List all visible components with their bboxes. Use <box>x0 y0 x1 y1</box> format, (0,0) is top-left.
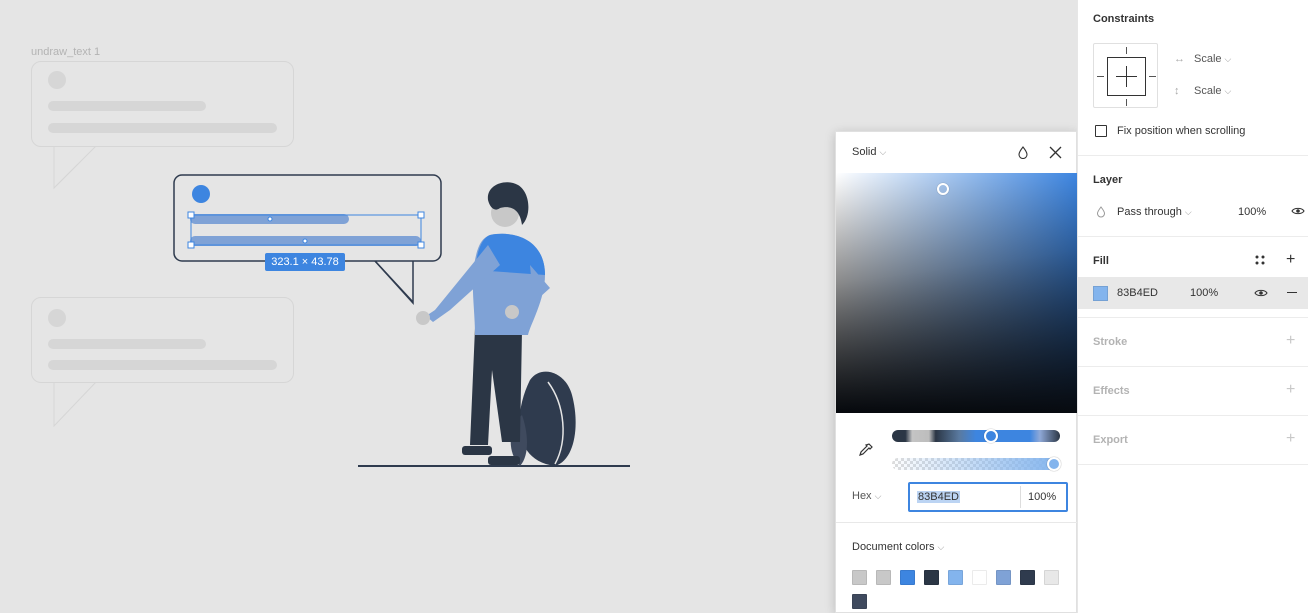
constraint-bottom[interactable] <box>1126 99 1127 106</box>
constraint-center[interactable] <box>1107 57 1146 96</box>
ghost-line <box>48 101 206 111</box>
section-divider <box>1078 155 1308 156</box>
constraints-title: Constraints <box>1093 13 1155 25</box>
blend-mode-icon[interactable] <box>1017 146 1029 162</box>
document-color-swatch[interactable] <box>852 570 867 585</box>
constraint-left[interactable] <box>1097 76 1104 77</box>
blend-drop-icon <box>1096 206 1106 221</box>
blend-mode-dropdown[interactable]: Pass through ⌵ <box>1117 206 1192 218</box>
color-format-label: Hex <box>852 490 872 502</box>
color-picker-popover[interactable]: Solid ⌵ Hex ⌵ 83B4ED 100% Document color… <box>835 131 1077 613</box>
constraint-right[interactable] <box>1149 76 1156 77</box>
horizontal-constraint-value: Scale <box>1194 53 1222 65</box>
fix-position-checkbox[interactable] <box>1095 125 1107 137</box>
document-colors-dropdown[interactable]: Document colors ⌵ <box>852 541 944 553</box>
effects-title: Effects <box>1093 385 1130 397</box>
section-divider <box>1078 464 1308 465</box>
layer-opacity-input[interactable]: 100% <box>1238 206 1266 218</box>
document-color-swatch[interactable] <box>924 570 939 585</box>
fill-hex-value[interactable]: 83B4ED <box>1117 287 1158 299</box>
section-divider <box>1078 236 1308 237</box>
fill-title: Fill <box>1093 255 1109 267</box>
document-color-swatch[interactable] <box>852 594 867 609</box>
chevron-down-icon: ⌵ <box>879 147 887 157</box>
add-effect-icon[interactable]: + <box>1286 382 1295 398</box>
vertical-constraint-value: Scale <box>1194 85 1222 97</box>
add-export-icon[interactable]: + <box>1286 431 1295 447</box>
ghost-tail-top <box>53 146 97 190</box>
picker-divider <box>836 522 1077 523</box>
design-canvas[interactable]: undraw_text 1 323.1 × 43.78 Solid ⌵ Hex … <box>0 0 1077 613</box>
fix-position-label[interactable]: Fix position when scrolling <box>1117 125 1245 137</box>
ghost-avatar-top <box>48 71 66 89</box>
document-color-swatch[interactable] <box>948 570 963 585</box>
section-divider <box>1078 366 1308 367</box>
document-color-swatch[interactable] <box>996 570 1011 585</box>
picker-header: Solid ⌵ <box>836 132 1076 173</box>
opacity-slider-thumb[interactable] <box>1047 457 1061 471</box>
section-divider <box>1078 317 1308 318</box>
horizontal-constraint-icon: ↔ <box>1174 53 1185 65</box>
color-format-dropdown[interactable]: Hex ⌵ <box>852 490 881 502</box>
add-stroke-icon[interactable]: + <box>1286 333 1295 349</box>
hex-input-divider <box>1020 486 1021 508</box>
chevron-down-icon: ⌵ <box>1224 54 1232 64</box>
document-colors-label: Document colors <box>852 541 935 553</box>
hex-input-group[interactable]: 83B4ED 100% <box>908 482 1068 512</box>
chevron-down-icon: ⌵ <box>1184 207 1192 217</box>
properties-panel: Constraints ↔ Scale ⌵ ↕ Scale ⌵ Fix position… <box>1077 0 1308 613</box>
fill-type-label: Solid <box>852 146 877 158</box>
document-color-swatch[interactable] <box>1020 570 1035 585</box>
document-color-swatch[interactable] <box>972 570 987 585</box>
stroke-title: Stroke <box>1093 336 1128 348</box>
dimension-label: 323.1 × 43.78 <box>265 253 345 271</box>
remove-fill-icon[interactable] <box>1287 292 1297 293</box>
fill-opacity-value[interactable]: 100% <box>1190 287 1218 299</box>
sv-cursor-handle[interactable] <box>937 183 949 195</box>
ghost-avatar-bottom <box>48 309 66 327</box>
section-divider <box>1078 415 1308 416</box>
horizontal-constraint-dropdown[interactable]: ↔ Scale ⌵ <box>1174 53 1231 65</box>
vertical-constraint-icon: ↕ <box>1174 85 1180 97</box>
illustration-person-with-message[interactable] <box>170 170 640 480</box>
layer-title: Layer <box>1093 174 1123 186</box>
hex-input[interactable]: 83B4ED <box>917 491 960 503</box>
eyedropper-icon[interactable] <box>858 442 874 461</box>
vertical-constraint-dropdown[interactable]: ↕ Scale ⌵ <box>1174 85 1231 97</box>
constraints-widget[interactable] <box>1093 43 1158 108</box>
frame-label[interactable]: undraw_text 1 <box>31 46 100 58</box>
alpha-input[interactable]: 100% <box>1028 491 1056 503</box>
document-color-swatch[interactable] <box>1044 570 1059 585</box>
blend-mode-value: Pass through <box>1117 206 1182 218</box>
saturation-value-area[interactable] <box>836 173 1077 413</box>
ghost-tail-bottom <box>53 382 97 428</box>
chevron-down-icon: ⌵ <box>937 542 945 552</box>
add-fill-icon[interactable]: + <box>1286 252 1295 268</box>
chevron-down-icon: ⌵ <box>1224 86 1232 96</box>
fill-row[interactable]: 83B4ED 100% <box>1078 277 1308 309</box>
hue-slider[interactable] <box>892 429 1060 443</box>
fill-color-swatch[interactable] <box>1093 286 1108 301</box>
hue-slider-thumb[interactable] <box>984 429 998 443</box>
opacity-slider[interactable] <box>892 457 1061 471</box>
eye-icon[interactable] <box>1254 288 1268 301</box>
style-grid-icon[interactable] <box>1254 254 1266 269</box>
export-title: Export <box>1093 434 1128 446</box>
document-color-swatch[interactable] <box>900 570 915 585</box>
chevron-down-icon: ⌵ <box>874 491 882 501</box>
ghost-line <box>48 123 277 133</box>
close-icon[interactable] <box>1049 146 1062 162</box>
constraint-top[interactable] <box>1126 47 1127 54</box>
document-color-swatch[interactable] <box>876 570 891 585</box>
fill-type-dropdown[interactable]: Solid ⌵ <box>852 146 886 158</box>
eye-icon[interactable] <box>1291 206 1305 219</box>
